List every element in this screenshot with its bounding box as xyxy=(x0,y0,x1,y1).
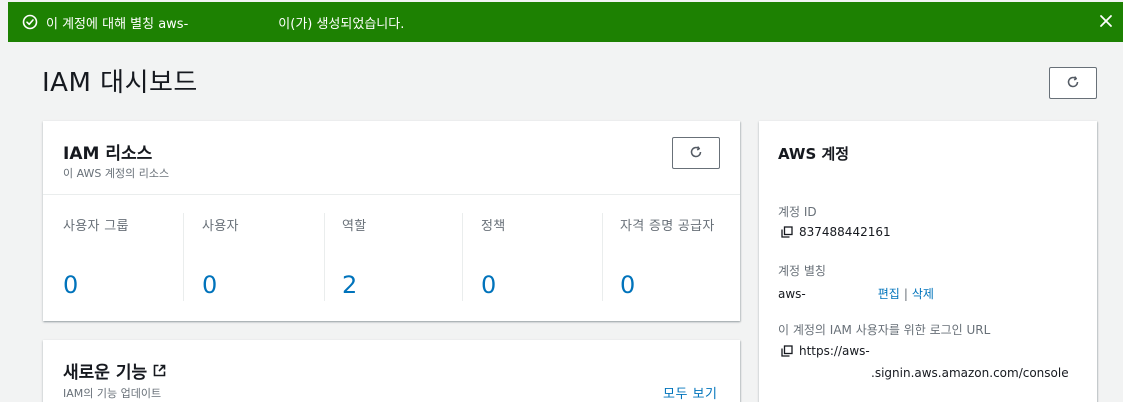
whats-new-card: 새로운 기능 IAM의 기능 업데이트 모두 보기 xyxy=(43,340,740,402)
metric-label: 사용자 xyxy=(202,219,239,234)
metric-value[interactable]: 0 xyxy=(63,271,78,299)
iam-resources-card: IAM 리소스 이 AWS 계정의 리소스 사용자 그룹 0 사용자 0 역할 … xyxy=(43,121,740,321)
metric-separator xyxy=(602,213,603,301)
check-circle-icon xyxy=(22,14,38,30)
success-banner: 이 계정에 대해 별칭 aws- 이(가) 생성되었습니다. xyxy=(8,2,1123,42)
metric-label: 역할 xyxy=(342,219,367,234)
metric-roles: 역할 2 xyxy=(342,217,462,301)
divider xyxy=(43,194,740,195)
banner-message-suffix: 이(가) 생성되었습니다. xyxy=(278,16,405,32)
metric-separator xyxy=(462,213,463,301)
view-all-link[interactable]: 모두 보기 xyxy=(663,383,717,402)
account-alias-value: aws- xyxy=(778,286,806,301)
refresh-icon xyxy=(689,144,703,163)
copy-icon[interactable] xyxy=(781,345,793,357)
metric-value[interactable]: 0 xyxy=(620,271,635,299)
metric-label: 자격 증명 공급자 xyxy=(620,219,715,234)
metric-label: 정책 xyxy=(481,219,506,234)
metric-separator xyxy=(183,213,184,301)
metric-value[interactable]: 0 xyxy=(202,271,217,299)
metric-label: 사용자 그룹 xyxy=(63,219,129,234)
account-id-label: 계정 ID xyxy=(778,205,817,219)
aws-account-title: AWS 계정 xyxy=(778,145,850,163)
account-id-row: 837488442161 xyxy=(781,225,891,239)
account-alias-row: aws- 편집 | 삭제 xyxy=(778,285,934,302)
metric-value[interactable]: 2 xyxy=(342,271,357,299)
resources-refresh-button[interactable] xyxy=(672,137,720,169)
metric-identity-providers: 자격 증명 공급자 0 xyxy=(620,217,724,301)
aws-account-card: AWS 계정 계정 ID 837488442161 계정 별칭 aws- 편집 … xyxy=(759,121,1097,402)
whats-new-title[interactable]: 새로운 기능 xyxy=(63,358,166,383)
account-alias-label: 계정 별칭 xyxy=(778,264,826,278)
external-link-icon xyxy=(153,364,166,377)
metric-user-groups: 사용자 그룹 0 xyxy=(63,217,183,301)
signin-url-label: 이 계정의 IAM 사용자를 위한 로그인 URL xyxy=(778,323,991,337)
refresh-icon xyxy=(1066,74,1080,93)
whats-new-subtitle: IAM의 기능 업데이트 xyxy=(63,387,162,400)
metric-value[interactable]: 0 xyxy=(481,271,496,299)
close-icon[interactable] xyxy=(1095,10,1117,32)
metric-users: 사용자 0 xyxy=(202,217,322,301)
metric-policies: 정책 0 xyxy=(481,217,601,301)
iam-resources-title: IAM 리소스 xyxy=(63,144,153,164)
signin-url-line2: .signin.aws.amazon.com/console xyxy=(871,366,1069,380)
refresh-button[interactable] xyxy=(1049,67,1097,99)
separator: | xyxy=(903,286,908,301)
account-id-value: 837488442161 xyxy=(799,225,891,239)
banner-message-prefix: 이 계정에 대해 별칭 aws- xyxy=(46,16,189,32)
signin-url-row: https://aws- xyxy=(781,344,870,358)
page-title: IAM 대시보드 xyxy=(42,68,198,98)
iam-resources-subtitle: 이 AWS 계정의 리소스 xyxy=(63,167,170,180)
delete-alias-link[interactable]: 삭제 xyxy=(912,285,934,302)
copy-icon[interactable] xyxy=(781,226,793,238)
edit-alias-link[interactable]: 편집 xyxy=(878,285,900,302)
signin-url-line1: https://aws- xyxy=(799,344,870,358)
whats-new-title-text: 새로운 기능 xyxy=(63,363,148,383)
metric-separator xyxy=(324,213,325,301)
